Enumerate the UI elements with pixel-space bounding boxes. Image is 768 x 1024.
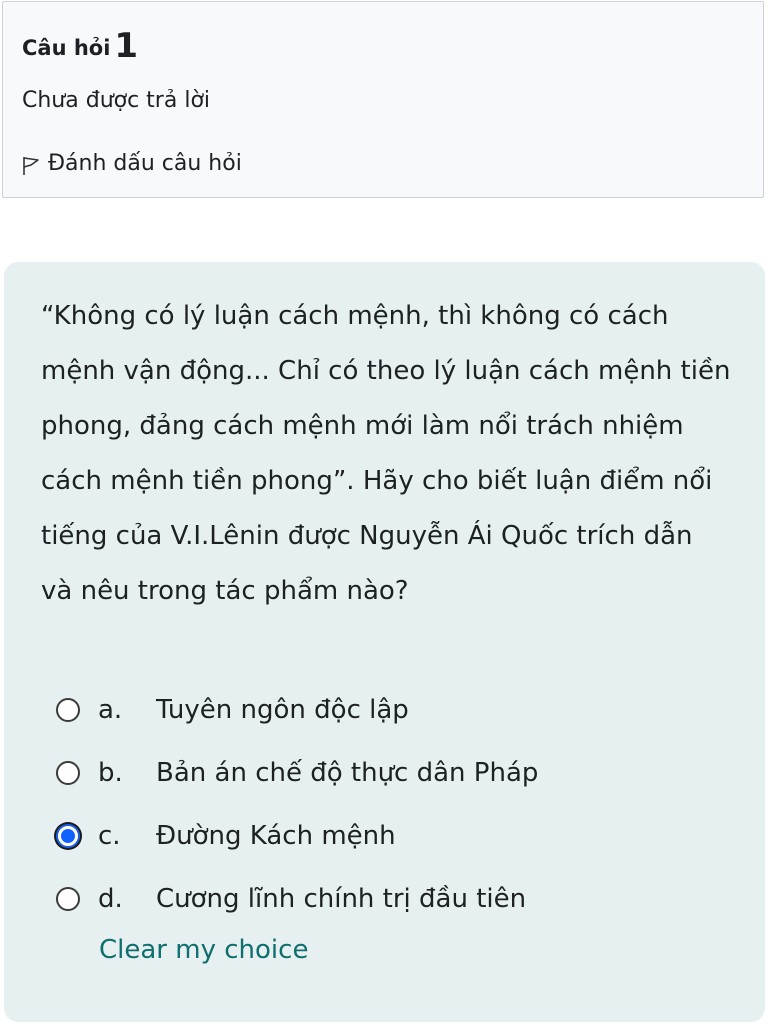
answer-option-a[interactable]: a. Tuyên ngôn độc lập xyxy=(56,678,736,741)
flag-question-button[interactable]: Đánh dấu câu hỏi xyxy=(22,148,242,178)
question-info-panel: Câu hỏi 1 Chưa được trả lời Đánh dấu câu … xyxy=(2,1,764,198)
radio-button[interactable] xyxy=(56,697,80,722)
radio-button[interactable] xyxy=(56,823,80,848)
flag-outline-icon xyxy=(23,157,39,175)
clear-my-choice-link[interactable]: Clear my choice xyxy=(99,935,308,965)
answer-letter: b. xyxy=(98,757,123,788)
question-title: Câu hỏi 1 xyxy=(22,24,139,66)
answer-letter: c. xyxy=(98,820,121,851)
question-number: 1 xyxy=(114,26,139,66)
answer-text: Bản án chế độ thực dân Pháp xyxy=(156,757,539,788)
flag-question-label: Đánh dấu câu hỏi xyxy=(48,150,242,176)
answer-option-c[interactable]: c. Đường Kách mệnh xyxy=(56,804,736,867)
answer-letter: d. xyxy=(98,883,123,914)
answer-text: Tuyên ngôn độc lập xyxy=(156,694,409,725)
answer-option-d[interactable]: d. Cương lĩnh chính trị đầu tiên xyxy=(56,867,736,930)
radio-button[interactable] xyxy=(56,760,80,785)
answer-text: Đường Kách mệnh xyxy=(156,820,396,851)
answer-option-b[interactable]: b. Bản án chế độ thực dân Pháp xyxy=(56,741,736,804)
question-text: “Không có lý luận cách mệnh, thì không c… xyxy=(41,301,731,606)
answer-list: a. Tuyên ngôn độc lập b. Bản án chế độ t… xyxy=(56,678,736,930)
radio-button[interactable] xyxy=(56,886,80,911)
question-state: Chưa được trả lời xyxy=(22,88,211,113)
question-title-label: Câu hỏi xyxy=(22,36,111,60)
question-content-panel: “Không có lý luận cách mệnh, thì không c… xyxy=(4,262,765,1022)
answer-text: Cương lĩnh chính trị đầu tiên xyxy=(156,883,527,914)
answer-letter: a. xyxy=(98,694,123,725)
